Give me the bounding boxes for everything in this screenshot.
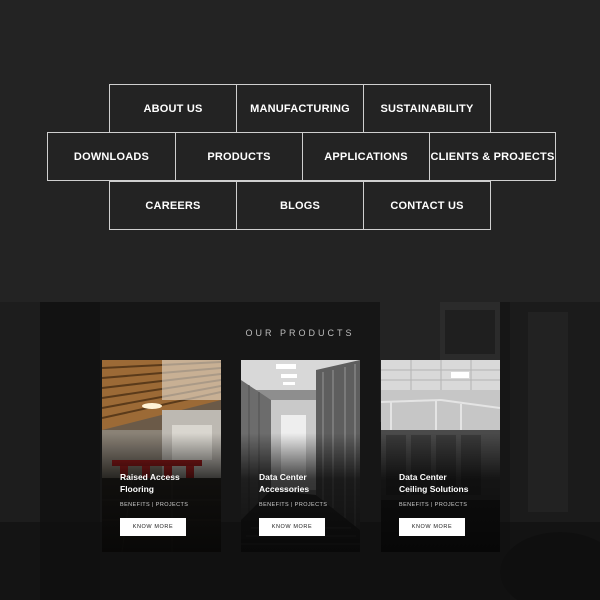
nav-section: ABOUT US MANUFACTURING SUSTAINABILITY DO…	[0, 0, 600, 302]
section-title: OUR PRODUCTS	[245, 328, 355, 338]
card-title-line2: Ceiling Solutions	[399, 483, 469, 494]
card-title-line1: Raised Access	[120, 472, 180, 482]
card-title: Raised Access Flooring	[120, 472, 215, 495]
card-title-line1: Data Center	[259, 472, 307, 482]
nav-clients-projects[interactable]: CLIENTS & PROJECTS	[429, 132, 556, 181]
product-card-data-center-accessories[interactable]: Data Center Accessories BENEFITS | PROJE…	[241, 360, 360, 552]
card-tags[interactable]: BENEFITS | PROJECTS	[399, 502, 467, 508]
nav-careers[interactable]: CAREERS	[109, 181, 237, 230]
product-card-data-center-ceiling-solutions[interactable]: Data Center Ceiling Solutions BENEFITS |…	[381, 360, 500, 552]
card-title-line2: Flooring	[120, 483, 154, 494]
nav-contact-us[interactable]: CONTACT US	[363, 181, 491, 230]
know-more-button[interactable]: KNOW MORE	[399, 518, 465, 536]
nav-applications[interactable]: APPLICATIONS	[302, 132, 430, 181]
products-section: OUR PRODUCTS Raised Access Flooring BENE…	[0, 302, 600, 600]
know-more-button[interactable]: KNOW MORE	[120, 518, 186, 536]
card-title-line1: Data Center	[399, 472, 447, 482]
card-title-line2: Accessories	[259, 483, 310, 494]
card-title: Data Center Ceiling Solutions	[399, 472, 494, 495]
nav-blogs[interactable]: BLOGS	[236, 181, 364, 230]
card-tags[interactable]: BENEFITS | PROJECTS	[259, 502, 327, 508]
nav-sustainability[interactable]: SUSTAINABILITY	[363, 84, 491, 133]
nav-products[interactable]: PRODUCTS	[175, 132, 303, 181]
nav-downloads[interactable]: DOWNLOADS	[47, 132, 176, 181]
product-card-raised-access-flooring[interactable]: Raised Access Flooring BENEFITS | PROJEC…	[102, 360, 221, 552]
know-more-button[interactable]: KNOW MORE	[259, 518, 325, 536]
card-title: Data Center Accessories	[259, 472, 354, 495]
card-tags[interactable]: BENEFITS | PROJECTS	[120, 502, 188, 508]
nav-manufacturing[interactable]: MANUFACTURING	[236, 84, 364, 133]
nav-about-us[interactable]: ABOUT US	[109, 84, 237, 133]
